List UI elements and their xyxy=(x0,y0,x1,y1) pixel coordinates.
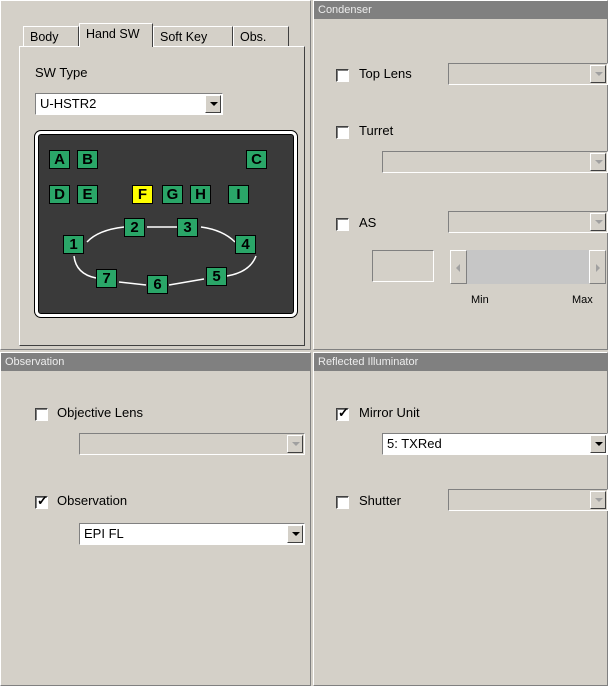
objective-lens-select[interactable] xyxy=(79,433,305,455)
key-6[interactable]: 6 xyxy=(147,275,168,294)
observation-title: Observation xyxy=(1,353,310,371)
chevron-down-icon[interactable] xyxy=(590,65,606,83)
checkmark-icon: ✓ xyxy=(37,493,48,508)
mirror-unit-value: 5: TXRed xyxy=(387,436,442,451)
key-i[interactable]: I xyxy=(228,185,249,204)
observation-value: EPI FL xyxy=(84,526,124,541)
sw-type-value: U-HSTR2 xyxy=(40,96,97,111)
observation-checkbox[interactable]: ✓ xyxy=(35,493,48,509)
tab-obs[interactable]: Obs. xyxy=(233,26,289,46)
slider-max-label: Max xyxy=(572,294,593,306)
observation-panel: Observation Objective Lens ✓ Observation… xyxy=(0,352,311,686)
slider-left-arrow-icon[interactable] xyxy=(450,250,467,284)
key-b[interactable]: B xyxy=(77,150,98,169)
as-value-field[interactable] xyxy=(372,250,434,282)
shutter-label: Shutter xyxy=(359,493,401,508)
key-a[interactable]: A xyxy=(49,150,70,169)
top-lens-checkbox[interactable] xyxy=(336,69,349,82)
key-7[interactable]: 7 xyxy=(96,269,117,288)
microscope-control-window: Body Hand SW Soft Key Obs. SW Type U-HST… xyxy=(0,0,608,686)
tab-hand-sw[interactable]: Hand SW xyxy=(79,23,153,47)
key-5[interactable]: 5 xyxy=(206,267,227,286)
key-c[interactable]: C xyxy=(246,150,267,169)
observation-select[interactable]: EPI FL xyxy=(79,523,305,545)
checkmark-icon: ✓ xyxy=(338,405,349,420)
turret-select[interactable] xyxy=(382,151,608,173)
slider-right-arrow-icon[interactable] xyxy=(589,250,606,284)
chevron-down-icon[interactable] xyxy=(590,213,606,231)
shutter-select[interactable] xyxy=(448,489,608,511)
objective-lens-checkbox[interactable] xyxy=(35,408,48,421)
chevron-down-icon[interactable] xyxy=(287,435,303,453)
slider-track[interactable] xyxy=(467,250,589,284)
key-2[interactable]: 2 xyxy=(124,218,145,237)
mirror-unit-label: Mirror Unit xyxy=(359,405,420,420)
tab-body[interactable]: Body xyxy=(23,26,79,46)
chevron-down-icon[interactable] xyxy=(205,95,221,113)
key-g[interactable]: G xyxy=(162,185,183,204)
condenser-panel: Condenser Top Lens Turret AS xyxy=(313,0,608,350)
chevron-down-icon[interactable] xyxy=(590,491,606,509)
key-4[interactable]: 4 xyxy=(235,235,256,254)
condenser-title: Condenser xyxy=(314,1,607,19)
sw-type-select[interactable]: U-HSTR2 xyxy=(35,93,223,115)
key-d[interactable]: D xyxy=(49,185,70,204)
reflected-illuminator-title: Reflected Illuminator xyxy=(314,353,607,371)
as-checkbox[interactable] xyxy=(336,218,349,231)
chevron-down-icon[interactable] xyxy=(590,435,606,453)
reflected-illuminator-panel: Reflected Illuminator ✓ Mirror Unit 5: T… xyxy=(313,352,608,686)
turret-checkbox[interactable] xyxy=(336,126,349,139)
key-e[interactable]: E xyxy=(77,185,98,204)
as-select[interactable] xyxy=(448,211,608,233)
slider-min-label: Min xyxy=(471,294,489,306)
top-lens-label: Top Lens xyxy=(359,66,412,81)
sw-type-label: SW Type xyxy=(35,65,88,80)
objective-lens-label: Objective Lens xyxy=(57,405,143,420)
mirror-unit-select[interactable]: 5: TXRed xyxy=(382,433,608,455)
key-f[interactable]: F xyxy=(132,185,153,204)
as-slider[interactable] xyxy=(450,250,606,284)
key-1[interactable]: 1 xyxy=(63,235,84,254)
observation-label: Observation xyxy=(57,493,128,508)
key-h[interactable]: H xyxy=(190,185,211,204)
hand-sw-panel: Body Hand SW Soft Key Obs. SW Type U-HST… xyxy=(0,0,311,350)
key-3[interactable]: 3 xyxy=(177,218,198,237)
turret-label: Turret xyxy=(359,123,394,138)
chevron-down-icon[interactable] xyxy=(590,153,606,171)
as-label: AS xyxy=(359,215,377,230)
tab-soft-key[interactable]: Soft Key xyxy=(153,26,233,46)
shutter-checkbox[interactable] xyxy=(336,496,349,509)
top-lens-select[interactable] xyxy=(448,63,608,85)
hand-switch-diagram: A B C D E F G H I 1 2 3 4 5 6 7 xyxy=(35,131,297,317)
mirror-unit-checkbox[interactable]: ✓ xyxy=(336,405,349,421)
chevron-down-icon[interactable] xyxy=(287,525,303,543)
